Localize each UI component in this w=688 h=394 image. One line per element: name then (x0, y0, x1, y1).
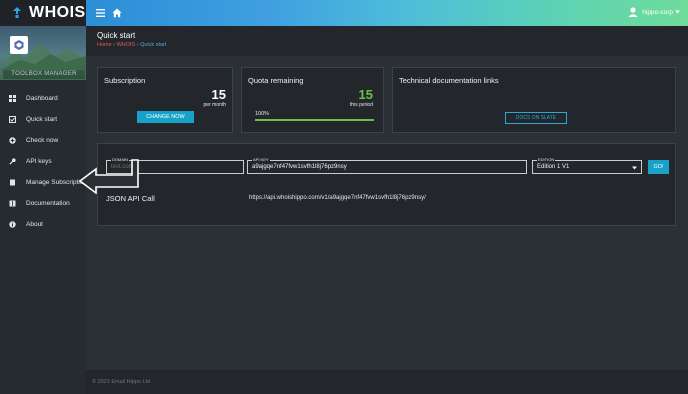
json-api-call-label: JSON API Call (106, 194, 155, 203)
circle-plus-icon (9, 137, 16, 144)
sidebar-nav: Dashboard Quick start Check now API keys… (0, 88, 87, 235)
sidebar-item-label: API keys (26, 158, 52, 165)
quota-progress-fill (255, 119, 374, 121)
breadcrumb: Home › WHOIS › Quick start (97, 42, 166, 48)
sidebar-item-manage-subscription[interactable]: Manage Subscription (0, 172, 87, 193)
sidebar-item-dashboard[interactable]: Dashboard (0, 88, 86, 109)
sidebar-item-label: Quick start (26, 116, 58, 123)
breadcrumb-home[interactable]: Home (97, 42, 112, 48)
home-icon[interactable] (112, 8, 122, 18)
edition-select-label: EDITION (537, 157, 556, 162)
whois-logo-icon (13, 7, 21, 18)
quota-value: 15 (358, 87, 373, 102)
footer: © 2021 Email Hippo Ltd (86, 370, 688, 394)
subscription-unit: per month (203, 102, 226, 108)
sidebar-item-documentation[interactable]: Documentation (0, 193, 86, 214)
api-key-field[interactable]: API KEY a9ajgqe7nf47fvw1svfh1l8j76pz9nsy (247, 157, 527, 174)
edition-select-value: Edition 1 V1 (537, 164, 570, 170)
top-bar: hippo-corp (86, 0, 688, 26)
subscription-value: 15 (211, 87, 226, 102)
user-menu[interactable]: hippo-corp (628, 7, 680, 17)
profile-banner: TOOLBOX MANAGER (0, 26, 86, 80)
info-icon (9, 221, 16, 228)
chevron-down-icon (632, 166, 637, 170)
user-name: hippo-corp (642, 8, 673, 16)
change-now-button[interactable]: CHANGE NOW (137, 111, 194, 123)
grid-icon (9, 95, 16, 102)
sidebar-item-quick-start[interactable]: Quick start (0, 109, 86, 130)
quota-title: Quota remaining (248, 76, 304, 85)
go-button[interactable]: GO! (648, 160, 669, 174)
edition-select[interactable]: EDITION Edition 1 V1 (532, 157, 642, 174)
sidebar-item-check-now[interactable]: Check now (0, 130, 86, 151)
brand[interactable]: WHOIS (0, 0, 86, 26)
api-key-input[interactable]: a9ajgqe7nf47fvw1svfh1l8j76pz9nsy (252, 164, 347, 170)
docs-card: Technical documentation links DOCS ON SL… (392, 67, 676, 133)
hamburger-menu-icon[interactable] (96, 8, 106, 18)
quota-progress-track (255, 119, 374, 121)
quota-progress-label: 100% (255, 111, 270, 117)
breadcrumb-whois[interactable]: WHOIS (117, 42, 136, 48)
quota-unit: this period (349, 102, 373, 108)
docs-on-slate-button[interactable]: DOCS ON SLATE (505, 112, 567, 124)
chevron-down-icon (675, 10, 680, 14)
sidebar-item-label: Check now (26, 137, 59, 144)
json-api-url[interactable]: https://api.whoishippo.com/v1/a9ajgqe7nf… (249, 195, 426, 201)
sidebar-item-label: Documentation (26, 200, 70, 207)
docs-title: Technical documentation links (399, 76, 499, 85)
checklist-icon (9, 116, 16, 123)
page-header: Quick start Home › WHOIS › Quick start (86, 26, 688, 56)
sidebar-item-about[interactable]: About (0, 214, 86, 235)
sidebar-item-api-keys[interactable]: API keys (0, 151, 86, 172)
quota-card: Quota remaining 15 this period 100% (241, 67, 384, 133)
footer-copyright: © 2021 Email Hippo Ltd (92, 379, 151, 385)
sidebar-item-label: Dashboard (26, 95, 58, 102)
annotation-arrow-icon (78, 159, 139, 194)
app-name: WHOIS (29, 4, 86, 21)
key-icon (9, 158, 16, 165)
api-key-field-label: API KEY (252, 157, 270, 162)
book-icon (9, 200, 16, 207)
breadcrumb-current: Quick start (140, 42, 167, 48)
subscription-card: Subscription 15 per month CHANGE NOW (97, 67, 233, 133)
document-icon (9, 179, 16, 186)
subscription-title: Subscription (104, 76, 146, 85)
profile-caption: TOOLBOX MANAGER (3, 70, 85, 79)
hexagon-logo-icon (14, 40, 24, 50)
avatar[interactable] (10, 36, 28, 54)
sidebar: WHOIS TOOLBOX MANAGER Dashboard Quick st… (0, 0, 87, 394)
page-title: Quick start (97, 31, 136, 40)
sidebar-item-label: About (26, 221, 43, 228)
user-icon (628, 7, 638, 17)
query-card: DOMAIN test.com API KEY a9ajgqe7nf47fvw1… (97, 143, 676, 226)
